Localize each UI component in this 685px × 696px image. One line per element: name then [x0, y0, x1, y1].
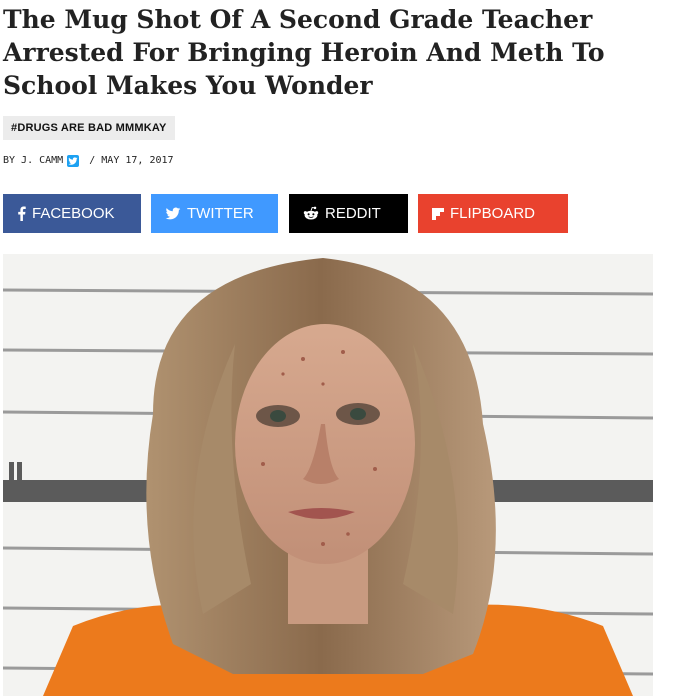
article-image [3, 254, 653, 696]
flipboard-share-button[interactable]: FLIPBOARD [418, 194, 568, 233]
byline-separator: / [83, 155, 102, 166]
publish-date: MAY 17, 2017 [101, 155, 174, 166]
article-title: The Mug Shot Of A Second Grade Teacher A… [3, 5, 605, 100]
facebook-share-button[interactable]: FACEBOOK [3, 194, 141, 233]
reddit-label: REDDIT [325, 205, 381, 222]
byline: BY J. CAMM / MAY 17, 2017 [3, 154, 174, 168]
facebook-icon [17, 206, 26, 221]
mugshot-illustration [3, 254, 653, 696]
reddit-share-button[interactable]: REDDIT [289, 194, 408, 233]
twitter-label: TWITTER [187, 205, 254, 222]
facebook-label: FACEBOOK [32, 205, 115, 222]
flipboard-label: FLIPBOARD [450, 205, 536, 222]
twitter-mini-icon[interactable] [67, 155, 80, 167]
reddit-icon [303, 206, 319, 221]
author-link[interactable]: BY J. CAMM [3, 154, 63, 168]
flipboard-icon [432, 207, 444, 220]
category-tag[interactable]: #DRUGS ARE BAD MMMKAY [3, 116, 175, 140]
twitter-icon [165, 207, 181, 221]
twitter-share-button[interactable]: TWITTER [151, 194, 278, 233]
